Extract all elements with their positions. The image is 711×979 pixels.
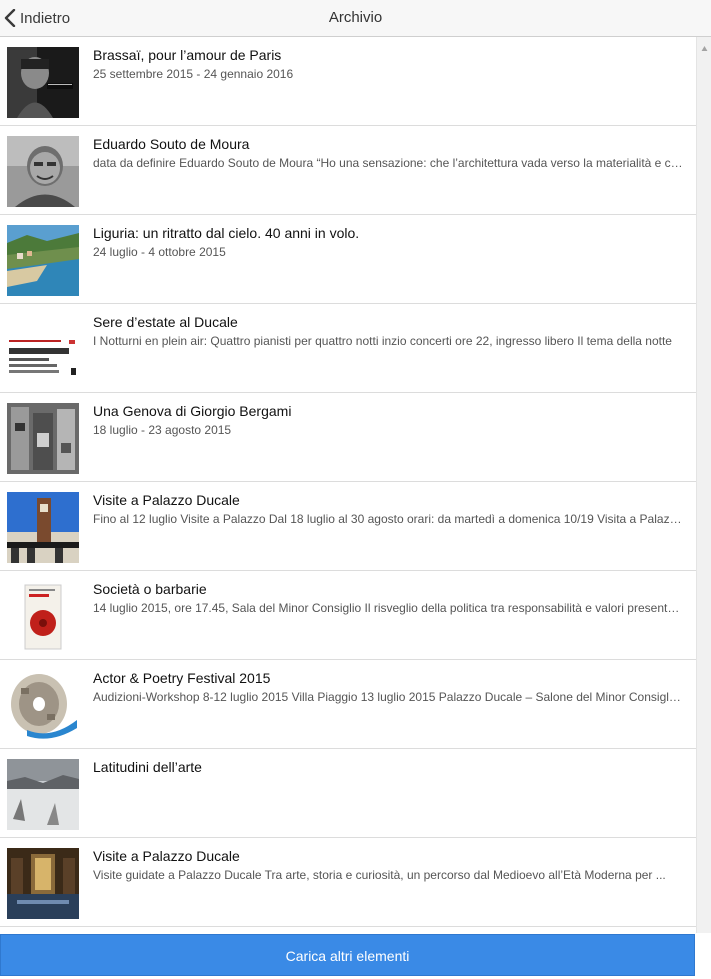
scroll-up-arrow-icon[interactable]	[700, 40, 709, 52]
back-label: Indietro	[20, 9, 71, 27]
list-item[interactable]: Sere d’estate al Ducale I Notturni en pl…	[0, 304, 696, 393]
list-item[interactable]: Una Genova di Giorgio Bergami 18 luglio …	[0, 393, 696, 482]
thumbnail-image	[7, 314, 79, 385]
list-item[interactable]: Eduardo Souto de Moura data da definire …	[0, 126, 696, 215]
list-item[interactable]: Latitudini dell’arte	[0, 749, 696, 838]
thumbnail-image	[7, 403, 79, 474]
item-subtitle: data da definire Eduardo Souto de Moura …	[93, 156, 683, 170]
list-item[interactable]: Società o barbarie 14 luglio 2015, ore 1…	[0, 571, 696, 660]
thumbnail-image	[7, 670, 79, 741]
thumbnail-image	[7, 492, 79, 563]
thumbnail-image	[7, 136, 79, 207]
item-subtitle: 24 luglio - 4 ottobre 2015	[93, 245, 226, 259]
back-button[interactable]: Indietro	[4, 0, 70, 36]
load-more-button[interactable]: Carica altri elementi	[0, 934, 695, 976]
item-subtitle: Audizioni-Workshop 8-12 luglio 2015 Vill…	[93, 690, 683, 704]
item-subtitle: 14 luglio 2015, ore 17.45, Sala del Mino…	[93, 601, 683, 615]
vertical-scrollbar[interactable]	[696, 37, 711, 933]
thumbnail-image	[7, 581, 79, 652]
page-title: Archivio	[328, 9, 383, 26]
item-title: Visite a Palazzo Ducale	[93, 848, 240, 864]
item-title: Latitudini dell’arte	[93, 759, 202, 775]
item-title: Eduardo Souto de Moura	[93, 136, 250, 152]
scrollbar-thumb[interactable]	[700, 51, 709, 921]
archive-list: Brassaï, pour l’amour de Paris 25 settem…	[0, 37, 696, 927]
item-title: Actor & Poetry Festival 2015	[93, 670, 271, 686]
thumbnail-image	[7, 225, 79, 296]
item-subtitle: Visite guidate a Palazzo Ducale Tra arte…	[93, 868, 666, 882]
item-subtitle: 25 settembre 2015 - 24 gennaio 2016	[93, 67, 294, 81]
chevron-left-icon	[4, 9, 16, 27]
thumbnail-image	[7, 759, 79, 830]
item-subtitle: I Notturni en plein air: Quattro pianist…	[93, 334, 672, 348]
item-subtitle: 18 luglio - 23 agosto 2015	[93, 423, 232, 437]
list-item[interactable]: Actor & Poetry Festival 2015 Audizioni-W…	[0, 660, 696, 749]
item-title: Brassaï, pour l’amour de Paris	[93, 47, 282, 63]
item-subtitle: Fino al 12 luglio Visite a Palazzo Dal 1…	[93, 512, 683, 526]
list-item[interactable]: Brassaï, pour l’amour de Paris 25 settem…	[0, 37, 696, 126]
item-title: Liguria: un ritratto dal cielo. 40 anni …	[93, 225, 360, 241]
thumbnail-image	[7, 848, 79, 919]
item-title: Sere d’estate al Ducale	[93, 314, 238, 330]
thumbnail-image	[7, 47, 79, 118]
list-item[interactable]: Visite a Palazzo Ducale Fino al 12 lugli…	[0, 482, 696, 571]
list-item[interactable]: Liguria: un ritratto dal cielo. 40 anni …	[0, 215, 696, 304]
list-item[interactable]: Visite a Palazzo Ducale Visite guidate a…	[0, 838, 696, 927]
item-title: Visite a Palazzo Ducale	[93, 492, 240, 508]
item-title: Una Genova di Giorgio Bergami	[93, 403, 292, 419]
item-title: Società o barbarie	[93, 581, 207, 597]
navigation-bar: Indietro Archivio	[0, 0, 711, 37]
